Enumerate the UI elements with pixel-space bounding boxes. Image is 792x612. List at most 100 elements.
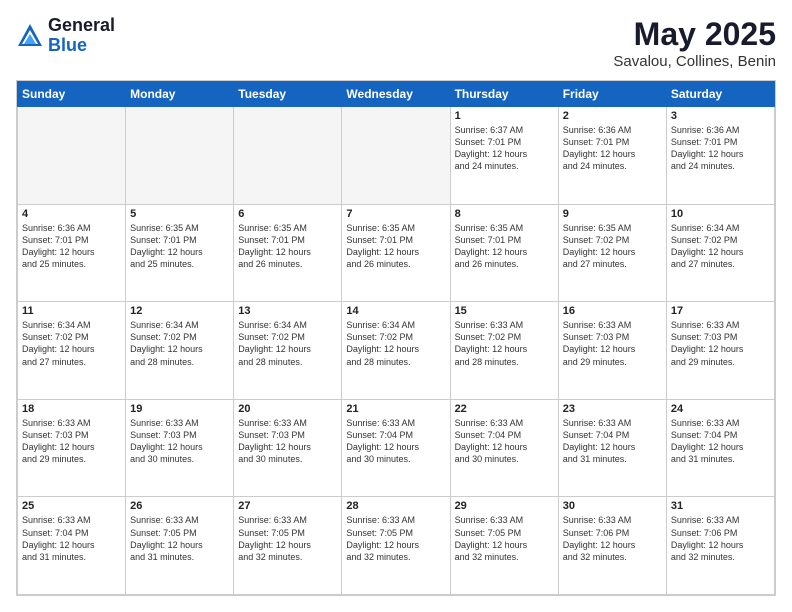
day-number: 4	[22, 208, 121, 220]
calendar-cell	[234, 107, 342, 205]
day-number: 16	[563, 305, 662, 317]
day-header-wednesday: Wednesday	[342, 82, 450, 107]
calendar-cell: 19 Sunrise: 6:33 AM Sunset: 7:03 PM Dayli…	[126, 399, 234, 497]
calendar-cell: 3Sunrise: 6:36 AM Sunset: 7:01 PM Daylig…	[666, 107, 774, 205]
day-number: 8	[455, 208, 554, 220]
calendar-cell	[18, 107, 126, 205]
day-header-tuesday: Tuesday	[234, 82, 342, 107]
cell-info: Sunrise: 6:35 AM Sunset: 7:02 PM Dayligh…	[563, 222, 662, 271]
cell-info: Sunrise: 6:33 AM Sunset: 7:04 PM Dayligh…	[346, 417, 445, 466]
cell-info: Sunrise: 6:33 AM Sunset: 7:06 PM Dayligh…	[671, 514, 770, 563]
cell-info: Sunrise: 6:33 AM Sunset: 7:04 PM Dayligh…	[22, 514, 121, 563]
header: General Blue May 2025 Savalou, Collines,…	[16, 16, 776, 70]
day-number: 7	[346, 208, 445, 220]
cell-info: Sunrise: 6:35 AM Sunset: 7:01 PM Dayligh…	[455, 222, 554, 271]
cell-info: Sunrise: 6:33 AM Sunset: 7:02 PM Dayligh…	[455, 319, 554, 368]
calendar-cell: 12 Sunrise: 6:34 AM Sunset: 7:02 PM Dayli…	[126, 302, 234, 400]
day-number: 14	[346, 305, 445, 317]
calendar-cell: 8 Sunrise: 6:35 AM Sunset: 7:01 PM Daylig…	[450, 204, 558, 302]
week-row-3: 11 Sunrise: 6:34 AM Sunset: 7:02 PM Dayli…	[18, 302, 775, 400]
week-row-2: 4 Sunrise: 6:36 AM Sunset: 7:01 PM Daylig…	[18, 204, 775, 302]
logo-icon	[16, 22, 44, 50]
cell-info: Sunrise: 6:33 AM Sunset: 7:03 PM Dayligh…	[130, 417, 229, 466]
calendar-cell: 22 Sunrise: 6:33 AM Sunset: 7:04 PM Dayli…	[450, 399, 558, 497]
day-number: 28	[346, 500, 445, 512]
logo-blue: Blue	[48, 36, 115, 56]
cell-info: Sunrise: 6:34 AM Sunset: 7:02 PM Dayligh…	[22, 319, 121, 368]
cell-info: Sunrise: 6:33 AM Sunset: 7:03 PM Dayligh…	[22, 417, 121, 466]
calendar-cell: 6 Sunrise: 6:35 AM Sunset: 7:01 PM Daylig…	[234, 204, 342, 302]
calendar-cell: 10Sunrise: 6:34 AM Sunset: 7:02 PM Dayli…	[666, 204, 774, 302]
calendar-cell: 9Sunrise: 6:35 AM Sunset: 7:02 PM Daylig…	[558, 204, 666, 302]
cell-info: Sunrise: 6:35 AM Sunset: 7:01 PM Dayligh…	[130, 222, 229, 271]
day-header-saturday: Saturday	[666, 82, 774, 107]
day-number: 22	[455, 403, 554, 415]
calendar-table: SundayMondayTuesdayWednesdayThursdayFrid…	[17, 81, 775, 595]
cell-info: Sunrise: 6:33 AM Sunset: 7:03 PM Dayligh…	[238, 417, 337, 466]
day-header-thursday: Thursday	[450, 82, 558, 107]
day-number: 5	[130, 208, 229, 220]
calendar-cell: 16Sunrise: 6:33 AM Sunset: 7:03 PM Dayli…	[558, 302, 666, 400]
day-number: 27	[238, 500, 337, 512]
calendar-cell: 1 Sunrise: 6:37 AM Sunset: 7:01 PM Daylig…	[450, 107, 558, 205]
cell-info: Sunrise: 6:34 AM Sunset: 7:02 PM Dayligh…	[238, 319, 337, 368]
day-number: 6	[238, 208, 337, 220]
day-number: 20	[238, 403, 337, 415]
day-number: 12	[130, 305, 229, 317]
calendar-cell: 18Sunrise: 6:33 AM Sunset: 7:03 PM Dayli…	[18, 399, 126, 497]
day-number: 13	[238, 305, 337, 317]
calendar-cell: 11 Sunrise: 6:34 AM Sunset: 7:02 PM Dayli…	[18, 302, 126, 400]
day-number: 26	[130, 500, 229, 512]
week-row-4: 18Sunrise: 6:33 AM Sunset: 7:03 PM Dayli…	[18, 399, 775, 497]
calendar-cell: 17 Sunrise: 6:33 AM Sunset: 7:03 PM Dayli…	[666, 302, 774, 400]
day-number: 1	[455, 110, 554, 122]
day-number: 31	[671, 500, 770, 512]
cell-info: Sunrise: 6:33 AM Sunset: 7:06 PM Dayligh…	[563, 514, 662, 563]
calendar-cell	[126, 107, 234, 205]
day-number: 25	[22, 500, 121, 512]
cell-info: Sunrise: 6:34 AM Sunset: 7:02 PM Dayligh…	[130, 319, 229, 368]
day-number: 23	[563, 403, 662, 415]
calendar-cell: 13 Sunrise: 6:34 AM Sunset: 7:02 PM Dayli…	[234, 302, 342, 400]
cell-info: Sunrise: 6:33 AM Sunset: 7:04 PM Dayligh…	[563, 417, 662, 466]
cell-info: Sunrise: 6:36 AM Sunset: 7:01 PM Dayligh…	[671, 124, 770, 173]
calendar-cell: 24 Sunrise: 6:33 AM Sunset: 7:04 PM Dayli…	[666, 399, 774, 497]
day-number: 21	[346, 403, 445, 415]
calendar: SundayMondayTuesdayWednesdayThursdayFrid…	[16, 80, 776, 596]
day-number: 11	[22, 305, 121, 317]
day-header-sunday: Sunday	[18, 82, 126, 107]
calendar-cell: 21 Sunrise: 6:33 AM Sunset: 7:04 PM Dayli…	[342, 399, 450, 497]
header-row: SundayMondayTuesdayWednesdayThursdayFrid…	[18, 82, 775, 107]
day-number: 24	[671, 403, 770, 415]
day-number: 19	[130, 403, 229, 415]
calendar-cell: 2Sunrise: 6:36 AM Sunset: 7:01 PM Daylig…	[558, 107, 666, 205]
cell-info: Sunrise: 6:33 AM Sunset: 7:05 PM Dayligh…	[346, 514, 445, 563]
cell-info: Sunrise: 6:37 AM Sunset: 7:01 PM Dayligh…	[455, 124, 554, 173]
logo-general: General	[48, 16, 115, 36]
calendar-cell: 4 Sunrise: 6:36 AM Sunset: 7:01 PM Daylig…	[18, 204, 126, 302]
cell-info: Sunrise: 6:33 AM Sunset: 7:05 PM Dayligh…	[455, 514, 554, 563]
cell-info: Sunrise: 6:34 AM Sunset: 7:02 PM Dayligh…	[346, 319, 445, 368]
day-header-friday: Friday	[558, 82, 666, 107]
calendar-cell	[342, 107, 450, 205]
cell-info: Sunrise: 6:33 AM Sunset: 7:03 PM Dayligh…	[671, 319, 770, 368]
cell-info: Sunrise: 6:35 AM Sunset: 7:01 PM Dayligh…	[346, 222, 445, 271]
week-row-5: 25 Sunrise: 6:33 AM Sunset: 7:04 PM Dayli…	[18, 497, 775, 595]
cell-info: Sunrise: 6:33 AM Sunset: 7:04 PM Dayligh…	[671, 417, 770, 466]
calendar-cell: 14 Sunrise: 6:34 AM Sunset: 7:02 PM Dayli…	[342, 302, 450, 400]
calendar-cell: 23 Sunrise: 6:33 AM Sunset: 7:04 PM Dayli…	[558, 399, 666, 497]
location: Savalou, Collines, Benin	[613, 53, 776, 70]
cell-info: Sunrise: 6:33 AM Sunset: 7:05 PM Dayligh…	[238, 514, 337, 563]
calendar-cell: 26 Sunrise: 6:33 AM Sunset: 7:05 PM Dayli…	[126, 497, 234, 595]
day-number: 10	[671, 208, 770, 220]
cell-info: Sunrise: 6:36 AM Sunset: 7:01 PM Dayligh…	[563, 124, 662, 173]
day-number: 17	[671, 305, 770, 317]
cell-info: Sunrise: 6:33 AM Sunset: 7:04 PM Dayligh…	[455, 417, 554, 466]
day-number: 30	[563, 500, 662, 512]
cell-info: Sunrise: 6:35 AM Sunset: 7:01 PM Dayligh…	[238, 222, 337, 271]
cell-info: Sunrise: 6:36 AM Sunset: 7:01 PM Dayligh…	[22, 222, 121, 271]
cell-info: Sunrise: 6:33 AM Sunset: 7:05 PM Dayligh…	[130, 514, 229, 563]
calendar-cell: 25 Sunrise: 6:33 AM Sunset: 7:04 PM Dayli…	[18, 497, 126, 595]
calendar-cell: 15Sunrise: 6:33 AM Sunset: 7:02 PM Dayli…	[450, 302, 558, 400]
week-row-1: 1 Sunrise: 6:37 AM Sunset: 7:01 PM Daylig…	[18, 107, 775, 205]
